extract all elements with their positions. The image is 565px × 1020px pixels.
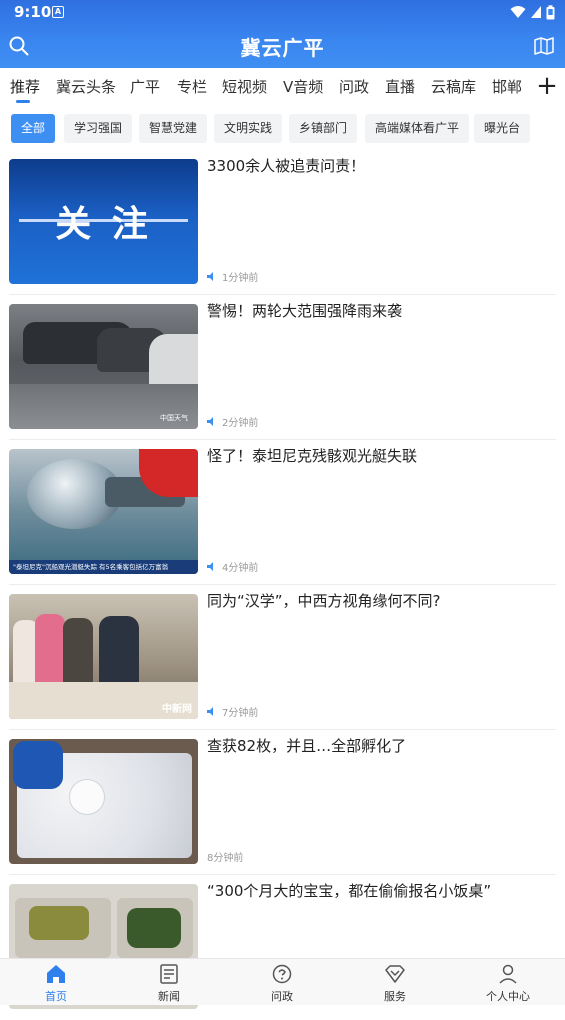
news-time: 1分钟前 (222, 273, 259, 284)
tab-guangping[interactable]: 广平 (130, 76, 160, 97)
wifi-icon (510, 6, 526, 18)
signal-icon (531, 6, 541, 18)
audio-icon (207, 272, 213, 281)
news-item[interactable]: 中国天气 警惕！两轮大范围强降雨来袭 2分钟前 (0, 295, 565, 440)
news-title: 3300余人被追责问责！ (207, 157, 366, 175)
nav-news[interactable]: 新闻 (129, 961, 209, 1004)
nav-label: 服务 (384, 990, 406, 1003)
news-title: 警惕！两轮大范围强降雨来袭 (207, 302, 403, 320)
category-tabs: 推荐 冀云头条 广平 专栏 短视频 V音频 问政 直播 云稿库 邯郸 + (0, 68, 565, 108)
active-tab-indicator (16, 100, 30, 103)
news-icon (160, 964, 178, 984)
nav-inquiry[interactable]: 问政 (242, 961, 322, 1004)
news-item[interactable]: 查获82枚，并且…全部孵化了 8分钟前 (0, 730, 565, 875)
news-item[interactable]: 中新网 同为“汉学”，中西方视角缘何不同? 7分钟前 (0, 585, 565, 730)
profile-icon (499, 964, 517, 984)
news-time: 8分钟前 (207, 853, 244, 864)
thumbnail-caption: 关 注 (55, 204, 152, 245)
tab-live[interactable]: 直播 (385, 76, 415, 97)
subcategory-chips: 全部 学习强国 智慧党建 文明实践 乡镇部门 高端媒体看广平 曝光台 (0, 108, 565, 150)
news-item[interactable]: 关 注 3300余人被追责问责！ 1分钟前 (0, 150, 565, 295)
tab-recommend[interactable]: 推荐 (10, 76, 40, 97)
bottom-navigation: 首页 新闻 问政 服务 个人中心 (0, 958, 565, 1005)
nav-service[interactable]: 服务 (355, 961, 435, 1004)
battery-icon (546, 4, 555, 19)
map-icon[interactable] (533, 35, 555, 57)
chip-township[interactable]: 乡镇部门 (289, 114, 358, 143)
audio-icon (207, 417, 213, 426)
news-title: 怪了！泰坦尼克残骸观光艇失联 (207, 447, 418, 465)
news-meta: 1分钟前 (207, 269, 258, 284)
nav-label: 首页 (45, 990, 67, 1003)
title-bar: 冀云广平 (0, 24, 565, 68)
inquiry-icon (272, 964, 292, 984)
nav-label: 个人中心 (486, 990, 530, 1003)
app-header: 9:10 A 冀云广平 (0, 0, 565, 68)
nav-profile[interactable]: 个人中心 (468, 961, 548, 1004)
news-meta: 4分钟前 (207, 559, 258, 574)
chip-all[interactable]: 全部 (11, 114, 56, 143)
service-icon (385, 965, 405, 983)
news-meta: 2分钟前 (207, 414, 258, 429)
chip-civilization[interactable]: 文明实践 (214, 114, 283, 143)
news-time: 2分钟前 (222, 418, 259, 429)
home-icon (47, 965, 65, 983)
add-channel-icon[interactable]: + (535, 72, 559, 100)
chip-exposure[interactable]: 曝光台 (474, 114, 531, 143)
app-title: 冀云广平 (240, 36, 325, 60)
tab-handan[interactable]: 邯郸 (492, 76, 522, 97)
nav-label: 新闻 (158, 990, 180, 1003)
chip-party-building[interactable]: 智慧党建 (139, 114, 208, 143)
news-thumbnail: 关 注 (9, 159, 198, 284)
news-time: 4分钟前 (222, 563, 259, 574)
chip-media[interactable]: 高端媒体看广平 (365, 114, 470, 143)
chip-xuexi[interactable]: 学习强国 (64, 114, 133, 143)
news-time: 7分钟前 (222, 708, 259, 719)
thumbnail-caption: 中新网 (162, 704, 192, 715)
tab-audio[interactable]: V音频 (283, 76, 323, 97)
status-time: 9:10 (14, 3, 52, 21)
tab-cloud-library[interactable]: 云稿库 (431, 76, 476, 97)
news-meta: 7分钟前 (207, 704, 258, 719)
news-thumbnail: 中新网 (9, 594, 198, 719)
audio-icon (207, 707, 213, 716)
nav-home[interactable]: 首页 (16, 961, 96, 1004)
tab-jiyun-headline[interactable]: 冀云头条 (56, 76, 116, 97)
news-item[interactable]: "泰坦尼克"沉船观光潜艇失踪 有5名乘客包括亿万富翁 怪了！泰坦尼克残骸观光艇失… (0, 440, 565, 585)
thumbnail-caption: 中国天气 (160, 414, 188, 422)
tab-inquiry[interactable]: 问政 (339, 76, 369, 97)
news-thumbnail: "泰坦尼克"沉船观光潜艇失踪 有5名乘客包括亿万富翁 (9, 449, 198, 574)
nav-label: 问政 (271, 990, 293, 1003)
status-icons (510, 4, 555, 20)
news-title: “300个月大的宝宝，都在偷偷报名小饭桌” (207, 882, 492, 900)
news-title: 同为“汉学”，中西方视角缘何不同? (207, 592, 441, 610)
tab-column[interactable]: 专栏 (177, 76, 207, 97)
thumbnail-caption: "泰坦尼克"沉船观光潜艇失踪 有5名乘客包括亿万富翁 (9, 560, 198, 574)
news-meta: 8分钟前 (207, 849, 243, 864)
news-thumbnail (9, 739, 198, 864)
status-bar: 9:10 A (0, 0, 565, 24)
tab-short-video[interactable]: 短视频 (222, 76, 267, 97)
audio-icon (207, 562, 213, 571)
news-title: 查获82枚，并且…全部孵化了 (207, 737, 407, 755)
notification-icon: A (52, 6, 64, 18)
news-thumbnail: 中国天气 (9, 304, 198, 429)
